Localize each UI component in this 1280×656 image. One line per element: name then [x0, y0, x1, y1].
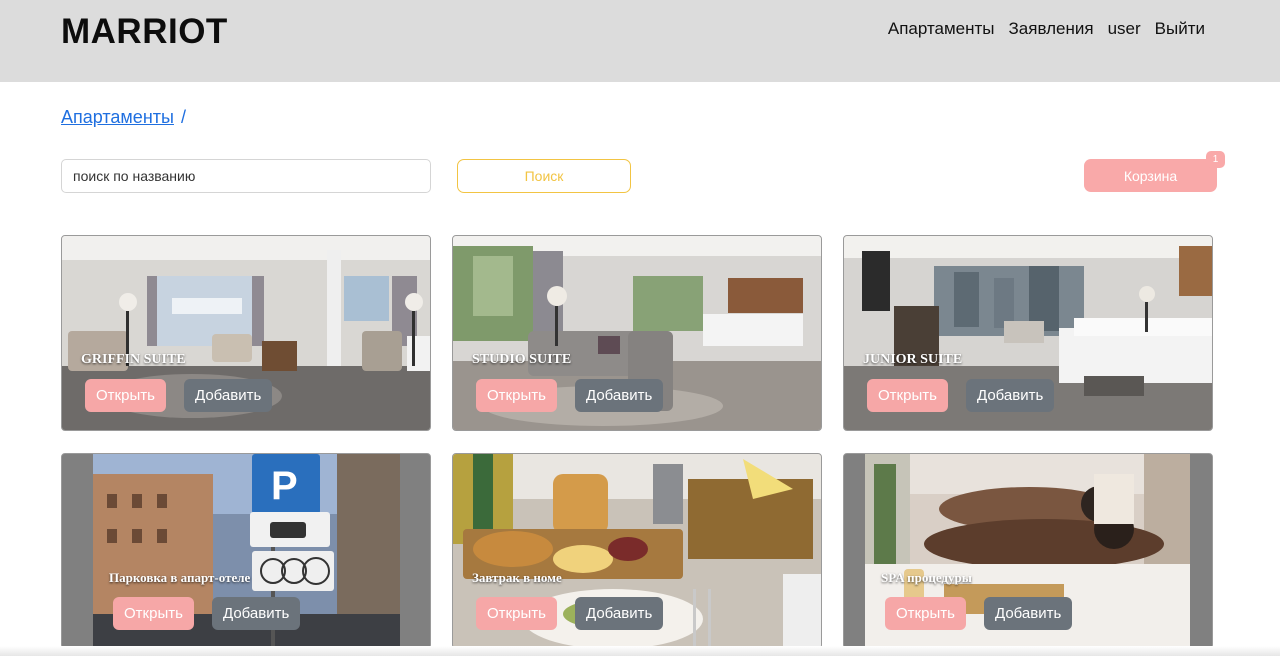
nav-user[interactable]: user [1108, 19, 1141, 39]
nav-apartments[interactable]: Апартаменты [888, 19, 995, 39]
add-button[interactable]: Добавить [212, 597, 301, 630]
breadcrumb-separator: / [180, 107, 186, 127]
nav-logout[interactable]: Выйти [1155, 19, 1205, 39]
svg-text:P: P [271, 464, 298, 508]
card-title: STUDIO SUITE [472, 352, 572, 367]
card-title: Парковка в апарт-отеле [109, 570, 251, 585]
card-spa: SPA процедуры Открыть Добавить [843, 453, 1213, 649]
main-nav: Апартаменты Заявления user Выйти [888, 19, 1205, 39]
search-button[interactable]: Поиск [457, 159, 631, 193]
nav-applications[interactable]: Заявления [1009, 19, 1094, 39]
add-button[interactable]: Добавить [966, 379, 1055, 412]
card-parking: P Парковка в апарт-отеле Открыть Добавит… [61, 453, 431, 649]
card-breakfast: Завтрак в номе Открыть Добавить [452, 453, 822, 649]
open-button[interactable]: Открыть [867, 379, 948, 412]
breadcrumb: Апартаменты / [61, 107, 186, 128]
add-button[interactable]: Добавить [575, 597, 664, 630]
open-button[interactable]: Открыть [885, 597, 966, 630]
breadcrumb-apartments-link[interactable]: Апартаменты [61, 107, 174, 128]
card-title: Завтрак в номе [472, 570, 562, 585]
top-header: MARRIOT Апартаменты Заявления user Выйти [0, 0, 1280, 82]
add-button[interactable]: Добавить [984, 597, 1073, 630]
card-title: SPA процедуры [881, 570, 972, 585]
search-input[interactable] [61, 159, 431, 193]
brand-logo[interactable]: MARRIOT [61, 12, 228, 52]
cart-count-badge: 1 [1206, 151, 1225, 168]
add-button[interactable]: Добавить [184, 379, 273, 412]
cart-button[interactable]: Корзина [1084, 159, 1217, 192]
card-junior-suite: JUNIOR SUITE Открыть Добавить [843, 235, 1213, 431]
add-button[interactable]: Добавить [575, 379, 664, 412]
open-button[interactable]: Открыть [85, 379, 166, 412]
page-bottom-shadow [0, 646, 1280, 656]
card-griffin-suite: GRIFFIN SUITE Открыть Добавить [61, 235, 431, 431]
card-studio-suite: STUDIO SUITE Открыть Добавить [452, 235, 822, 431]
card-title: JUNIOR SUITE [863, 352, 963, 367]
open-button[interactable]: Открыть [476, 379, 557, 412]
open-button[interactable]: Открыть [476, 597, 557, 630]
open-button[interactable]: Открыть [113, 597, 194, 630]
card-title: GRIFFIN SUITE [81, 352, 186, 367]
